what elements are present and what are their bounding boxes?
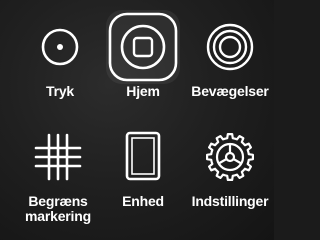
enhed-icon-box (106, 120, 180, 194)
hjem-icon-box (106, 10, 180, 84)
settings-gear-icon (206, 133, 254, 181)
tryk-icon-box (23, 10, 97, 84)
menu-item-hjem[interactable]: Hjem (104, 10, 182, 99)
single-tap-icon (41, 28, 79, 66)
menu-item-enhed[interactable]: Enhed (104, 120, 182, 209)
menu-item-label: Hjem (126, 83, 160, 99)
grid-icon (34, 133, 82, 181)
begraens-icon-box (21, 120, 95, 194)
menu-item-bevaegelser[interactable]: Bevægelser (186, 10, 274, 99)
home-button-icon (108, 12, 178, 82)
menu-item-label: Begræns (28, 193, 88, 209)
menu-item-label: Indstillinger (191, 193, 269, 209)
menu-item-label: Bevægelser (191, 83, 269, 99)
gestures-icon (206, 23, 254, 71)
menu-item-tryk[interactable]: Tryk (21, 10, 99, 99)
menu-item-indstillinger[interactable]: Indstillinger (186, 120, 274, 209)
indstillinger-icon-box (193, 120, 267, 194)
menu-item-label-line2: markering (25, 208, 91, 224)
menu-item-begraens-markering[interactable]: Begræns markering (14, 120, 102, 224)
menu-item-label: Enhed (122, 193, 164, 209)
device-icon (125, 131, 161, 181)
assistive-touch-menu: Tryk Hjem Bevægelser Begræns markering E… (0, 0, 274, 240)
bevaegelser-icon-box (193, 10, 267, 84)
menu-item-label: Tryk (46, 83, 74, 99)
